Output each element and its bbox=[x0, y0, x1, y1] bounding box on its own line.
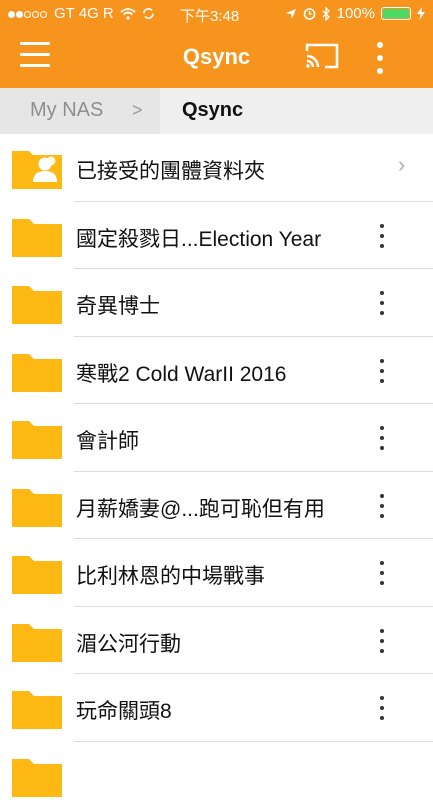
folder-icon bbox=[11, 418, 63, 460]
folder-icon bbox=[11, 756, 63, 798]
list-item[interactable]: 會計師 bbox=[0, 404, 433, 472]
location-icon bbox=[285, 8, 297, 20]
folder-icon bbox=[11, 216, 63, 258]
breadcrumb-current: Qsync bbox=[182, 99, 243, 122]
more-vert-icon[interactable] bbox=[376, 629, 388, 653]
more-vert-icon[interactable] bbox=[376, 291, 388, 315]
folder-icon bbox=[11, 553, 63, 595]
chevron-right-icon: > bbox=[132, 100, 143, 121]
folder-name: 已接受的團體資料夾 bbox=[76, 155, 265, 185]
breadcrumb-root-label: My NAS bbox=[30, 99, 103, 122]
folder-icon bbox=[11, 688, 63, 730]
carrier-text: GT 4G R bbox=[54, 5, 114, 22]
folder-name: 玩命關頭8 bbox=[76, 695, 172, 725]
navigation-bar: Qsync bbox=[0, 28, 433, 88]
app-header: GT 4G R 下午3:48 100% bbox=[0, 0, 433, 88]
list-item[interactable]: 已接受的團體資料夾 › bbox=[0, 134, 433, 202]
folder-name: 比利林恩的中場戰事 bbox=[76, 560, 265, 590]
list-item[interactable]: 國定殺戮日...Election Year bbox=[0, 202, 433, 270]
list-item[interactable]: 奇異博士 bbox=[0, 269, 433, 337]
folder-name: 奇異博士 bbox=[76, 290, 160, 320]
charging-icon bbox=[417, 7, 425, 20]
breadcrumb: My NAS > Qsync bbox=[0, 88, 433, 134]
folder-name: 湄公河行動 bbox=[76, 628, 181, 658]
status-time: 下午3:48 bbox=[180, 5, 239, 26]
list-item[interactable]: 玩命關頭8 bbox=[0, 674, 433, 742]
chevron-right-icon: › bbox=[398, 152, 405, 178]
list-item[interactable]: 湄公河行動 bbox=[0, 607, 433, 675]
folder-name: 寒戰2 Cold WarII 2016 bbox=[76, 358, 286, 388]
cast-icon[interactable] bbox=[304, 42, 340, 70]
list-item[interactable]: 月薪嬌妻@...跑可恥但有用 bbox=[0, 472, 433, 540]
sync-icon bbox=[142, 7, 155, 20]
more-options-icon[interactable] bbox=[368, 42, 392, 74]
signal-strength-icon bbox=[8, 5, 48, 22]
folder-name: 國定殺戮日...Election Year bbox=[76, 223, 321, 253]
more-vert-icon[interactable] bbox=[376, 494, 388, 518]
more-vert-icon[interactable] bbox=[376, 426, 388, 450]
more-vert-icon[interactable] bbox=[376, 224, 388, 248]
more-vert-icon[interactable] bbox=[376, 561, 388, 585]
list-item[interactable] bbox=[0, 742, 433, 809]
shared-folder-icon bbox=[11, 148, 63, 190]
status-bar: GT 4G R 下午3:48 100% bbox=[0, 0, 433, 28]
more-vert-icon[interactable] bbox=[376, 696, 388, 720]
bluetooth-icon bbox=[322, 7, 331, 21]
folder-name: 會計師 bbox=[76, 425, 139, 455]
menu-icon[interactable] bbox=[20, 42, 50, 68]
folder-list: 已接受的團體資料夾 › 國定殺戮日...Election Year 奇異博士 寒… bbox=[0, 134, 433, 809]
folder-name: 月薪嬌妻@...跑可恥但有用 bbox=[76, 493, 325, 523]
battery-icon bbox=[381, 7, 411, 20]
breadcrumb-root[interactable]: My NAS > bbox=[0, 88, 160, 134]
folder-icon bbox=[11, 621, 63, 663]
list-item[interactable]: 比利林恩的中場戰事 bbox=[0, 539, 433, 607]
folder-icon bbox=[11, 351, 63, 393]
folder-icon bbox=[11, 486, 63, 528]
alarm-icon bbox=[303, 7, 316, 20]
battery-percent: 100% bbox=[337, 5, 375, 22]
wifi-icon bbox=[120, 8, 136, 20]
list-item[interactable]: 寒戰2 Cold WarII 2016 bbox=[0, 337, 433, 405]
more-vert-icon[interactable] bbox=[376, 359, 388, 383]
folder-icon bbox=[11, 283, 63, 325]
